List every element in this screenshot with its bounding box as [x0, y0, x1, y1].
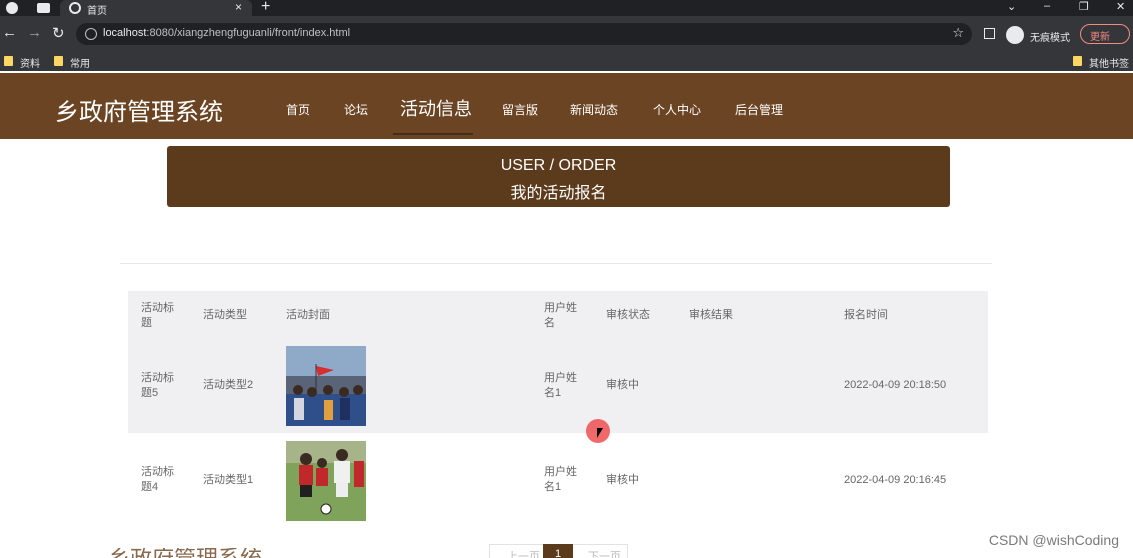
nav-news[interactable]: 新闻动态 — [570, 101, 618, 118]
page-title: 我的活动报名 — [510, 185, 607, 202]
incognito-label[interactable]: 无痕模式 — [1030, 29, 1070, 44]
site-header: 乡政府管理系统 首页 论坛 活动信息 留言版 新闻动态 个人中心 后台管理 — [0, 73, 1133, 139]
watermark: CSDN @wishCoding — [988, 532, 1119, 548]
window-tab-icon[interactable] — [37, 3, 50, 13]
pagination: 上一页 1 下一页 — [489, 544, 628, 558]
nav-home[interactable]: 首页 — [286, 101, 310, 118]
footer-title: 乡政府管理系统 — [108, 548, 378, 558]
cell-type: 活动类型1 — [203, 474, 254, 486]
nav-admin[interactable]: 后台管理 — [735, 101, 783, 118]
prev-page-button[interactable]: 上一页 — [507, 548, 540, 558]
folder-icon — [54, 56, 63, 66]
mouse-cursor-icon — [597, 428, 603, 438]
col-header-title: 活动标题 — [141, 302, 174, 329]
col-header-result: 审核结果 — [689, 309, 733, 321]
close-tab-icon[interactable]: × — [235, 0, 242, 14]
browser-tab-active[interactable]: 首页 × — [60, 0, 252, 17]
cell-status: 审核中 — [606, 474, 639, 486]
nav-active-indicator — [393, 133, 473, 135]
minimize-icon[interactable]: – — [1044, 0, 1050, 12]
col-header-cover: 活动封面 — [286, 309, 330, 321]
col-header-status: 审核状态 — [606, 309, 650, 321]
cell-title: 活动标题5 — [141, 372, 174, 399]
col-header-user: 用户姓名 — [544, 302, 577, 329]
table-row[interactable]: 活动标题4 活动类型1 用户姓名1 审核中 2022-04-09 20:16:4… — [128, 433, 988, 527]
cell-time: 2022-04-09 20:18:50 — [844, 379, 947, 391]
chevron-down-icon[interactable]: ⌄ — [1007, 0, 1016, 13]
nav-activity-info[interactable]: 活动信息 — [400, 95, 472, 121]
url-text[interactable]: localhost:8080/xiangzhengfuguanli/front/… — [103, 27, 350, 39]
incognito-avatar-icon[interactable] — [1006, 26, 1024, 44]
table-header-row: 活动标题 活动类型 活动封面 用户姓名 审核状态 审核结果 报名时间 — [128, 291, 988, 341]
activity-cover-image[interactable] — [286, 346, 366, 426]
nav-personal-center[interactable]: 个人中心 — [653, 101, 701, 118]
cell-time: 2022-04-09 20:16:45 — [844, 474, 947, 486]
cell-user: 用户姓名1 — [544, 372, 577, 399]
divider — [120, 263, 992, 264]
other-bookmarks[interactable]: 其他书签 — [1089, 55, 1129, 70]
restore-icon[interactable]: ❐ — [1079, 0, 1089, 13]
new-tab-button[interactable]: + — [261, 0, 270, 16]
table-row[interactable]: 活动标题5 活动类型2 用户姓名1 审核中 2022-04-09 20:18:5… — [128, 341, 988, 433]
nav-message-board[interactable]: 留言版 — [502, 101, 538, 118]
forward-icon[interactable]: → — [27, 24, 42, 41]
chrome-icon[interactable] — [6, 2, 18, 14]
site-logo[interactable]: 乡政府管理系统 — [55, 92, 223, 127]
bookmarks-bar: 资料 常用 其他书签 — [0, 52, 1133, 71]
close-window-icon[interactable]: ✕ — [1116, 0, 1125, 13]
reload-icon[interactable]: ↻ — [52, 24, 65, 42]
back-icon[interactable]: ← — [2, 24, 17, 41]
activity-cover-image[interactable] — [286, 441, 366, 521]
page-title-banner: USER / ORDER 我的活动报名 — [167, 146, 950, 207]
bookmark-folder-ziliao[interactable]: 资料 — [20, 55, 40, 70]
photo-flag-crowd — [286, 346, 366, 426]
bookmark-folder-changyong[interactable]: 常用 — [70, 55, 90, 70]
col-header-type: 活动类型 — [203, 309, 247, 321]
photo-football-kids — [286, 441, 366, 521]
cell-status: 审核中 — [606, 379, 639, 391]
folder-icon — [1073, 56, 1082, 66]
tab-title: 首页 — [87, 6, 107, 17]
globe-icon — [69, 2, 81, 14]
page-title-en: USER / ORDER — [500, 157, 617, 174]
info-icon[interactable] — [85, 28, 97, 40]
side-panel-icon[interactable] — [984, 28, 995, 39]
address-toolbar: ← → ↻ localhost:8080/xiangzhengfuguanli/… — [0, 16, 1133, 52]
nav-forum[interactable]: 论坛 — [344, 101, 368, 118]
bookmark-star-icon[interactable]: ☆ — [952, 25, 964, 41]
browser-tab-strip: 首页 × + ⌄ – ❐ ✕ — [0, 0, 1133, 17]
cell-type: 活动类型2 — [203, 379, 254, 391]
update-button[interactable]: 更新 — [1080, 24, 1130, 44]
folder-icon — [4, 56, 13, 66]
col-header-time: 报名时间 — [844, 309, 888, 321]
next-page-button[interactable]: 下一页 — [588, 548, 621, 558]
cell-title: 活动标题4 — [141, 466, 174, 493]
page-number-current[interactable]: 1 — [543, 544, 573, 558]
cell-user: 用户姓名1 — [544, 466, 577, 493]
url-bar[interactable]: localhost:8080/xiangzhengfuguanli/front/… — [76, 23, 972, 45]
